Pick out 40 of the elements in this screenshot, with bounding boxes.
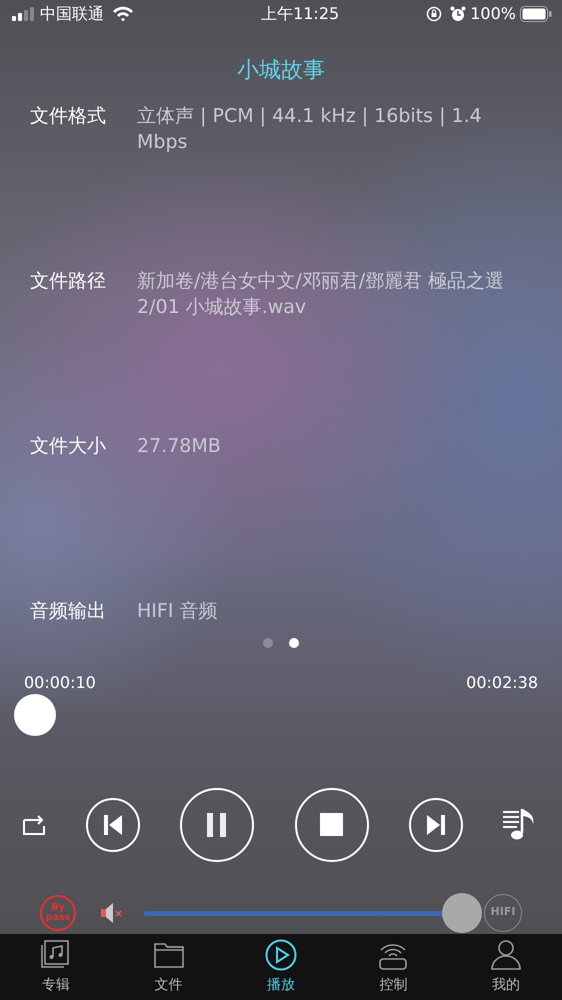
battery-percentage: 100%	[470, 3, 516, 26]
battery-icon	[520, 6, 552, 22]
tab[interactable]: 我的	[450, 934, 562, 1000]
tab[interactable]: 文件	[112, 934, 225, 1000]
page-dot[interactable]	[289, 638, 299, 648]
next-icon	[426, 814, 446, 836]
clock-time: 上午11:25	[260, 3, 340, 26]
info-value: HIFI 音频	[137, 598, 218, 624]
tab[interactable]: 播放	[224, 934, 338, 1000]
info-value: 立体声 | PCM | 44.1 kHz | 16bits | 1.4 Mbps	[137, 104, 483, 155]
rotation-lock-icon	[426, 6, 442, 22]
stop-button[interactable]	[294, 788, 369, 862]
slider-thumb[interactable]	[14, 694, 56, 736]
page-dot[interactable]	[263, 638, 273, 648]
tab[interactable]: 控制	[337, 934, 450, 1000]
next-button[interactable]	[408, 798, 463, 852]
signal-icon	[12, 7, 36, 22]
pause-button[interactable]	[180, 788, 254, 862]
previous-icon	[103, 814, 124, 836]
alarm-icon	[450, 6, 466, 22]
mute-icon[interactable]	[100, 902, 124, 924]
previous-button[interactable]	[86, 798, 140, 852]
info-label: 文件格式	[30, 104, 107, 129]
info-label: 文件大小	[30, 434, 107, 459]
tab[interactable]: 专辑	[0, 934, 112, 1000]
wifi-icon	[112, 6, 134, 22]
carrier-name: 中国联通	[40, 3, 104, 26]
song-title: 小城故事	[236, 56, 326, 85]
total-time: 00:02:38	[466, 672, 538, 694]
info-value: 新加卷/港台女中文/邓丽君/鄧麗君 極品之選 2/01 小城故事.wav	[137, 268, 506, 320]
info-label: 音频输出	[30, 598, 107, 624]
elapsed-time: 00:00:10	[24, 672, 96, 694]
repeat-icon[interactable]	[22, 814, 46, 836]
play-icon	[265, 939, 298, 971]
stop-icon	[320, 813, 344, 836]
person-icon	[490, 939, 522, 971]
info-value: 27.78MB	[137, 434, 221, 459]
info-label: 文件路径	[30, 268, 107, 294]
volume-slider[interactable]	[144, 892, 482, 934]
slider-thumb[interactable]	[442, 892, 482, 933]
